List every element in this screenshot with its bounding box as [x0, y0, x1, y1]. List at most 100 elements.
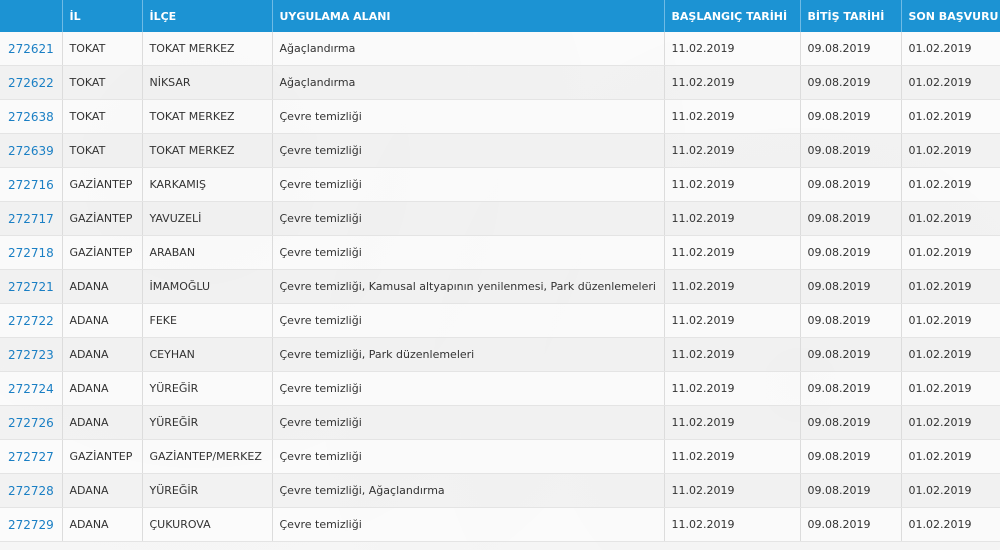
row-baslangic-tarihi: 11.02.2019	[664, 65, 801, 100]
row-baslangic-tarihi: 11.02.2019	[664, 133, 801, 168]
row-ilce: TOKAT MERKEZ	[142, 99, 273, 134]
row-il: TOKAT	[62, 65, 143, 100]
row-il: ADANA	[62, 337, 143, 372]
row-id-link[interactable]: 272638	[0, 99, 63, 134]
row-son-basvuru: 01.02.2019	[901, 133, 1000, 168]
row-uygulama-alani: Çevre temizliği	[272, 371, 665, 406]
row-bitis-tarihi: 09.08.2019	[800, 235, 902, 270]
row-son-basvuru: 01.02.2019	[901, 167, 1000, 202]
row-baslangic-tarihi: 11.02.2019	[664, 269, 801, 304]
row-ilce: ARABAN	[142, 235, 273, 270]
row-son-basvuru: 01.02.2019	[901, 337, 1000, 372]
table-header: İL İLÇE UYGULAMA ALANI BAŞLANGIÇ TARİHİ …	[0, 0, 1000, 32]
row-baslangic-tarihi: 11.02.2019	[664, 32, 801, 66]
row-id-link[interactable]: 272727	[0, 439, 63, 474]
row-id-link[interactable]: 272723	[0, 337, 63, 372]
row-baslangic-tarihi: 11.02.2019	[664, 235, 801, 270]
table-row: 272726 ADANA YÜREĞİR Çevre temizliği 11.…	[0, 405, 1000, 440]
row-il: ADANA	[62, 473, 143, 508]
row-uygulama-alani: Çevre temizliği, Ağaçlandırma	[272, 473, 665, 508]
row-bitis-tarihi: 09.08.2019	[800, 303, 902, 338]
row-baslangic-tarihi: 11.02.2019	[664, 473, 801, 508]
table-body: 272621 TOKAT TOKAT MERKEZ Ağaçlandırma 1…	[0, 32, 1000, 542]
header-id	[0, 0, 63, 32]
row-son-basvuru: 01.02.2019	[901, 65, 1000, 100]
row-uygulama-alani: Çevre temizliği	[272, 507, 665, 542]
table-row: 272728 ADANA YÜREĞİR Çevre temizliği, Ağ…	[0, 473, 1000, 508]
row-uygulama-alani: Çevre temizliği	[272, 201, 665, 236]
table-row: 272639 TOKAT TOKAT MERKEZ Çevre temizliğ…	[0, 133, 1000, 168]
row-id-link[interactable]: 272728	[0, 473, 63, 508]
row-id-link[interactable]: 272717	[0, 201, 63, 236]
table-row: 272727 GAZİANTEP GAZİANTEP/MERKEZ Çevre …	[0, 439, 1000, 474]
row-uygulama-alani: Çevre temizliği, Park düzenlemeleri	[272, 337, 665, 372]
row-bitis-tarihi: 09.08.2019	[800, 439, 902, 474]
row-ilce: FEKE	[142, 303, 273, 338]
row-id-link[interactable]: 272622	[0, 65, 63, 100]
row-uygulama-alani: Çevre temizliği, Kamusal altyapının yeni…	[272, 269, 665, 304]
row-bitis-tarihi: 09.08.2019	[800, 133, 902, 168]
table-row: 272723 ADANA CEYHAN Çevre temizliği, Par…	[0, 337, 1000, 372]
row-id-link[interactable]: 272639	[0, 133, 63, 168]
row-ilce: YÜREĞİR	[142, 405, 273, 440]
row-ilce: İMAMOĞLU	[142, 269, 273, 304]
table-row: 272721 ADANA İMAMOĞLU Çevre temizliği, K…	[0, 269, 1000, 304]
row-baslangic-tarihi: 11.02.2019	[664, 439, 801, 474]
row-ilce: NİKSAR	[142, 65, 273, 100]
row-baslangic-tarihi: 11.02.2019	[664, 303, 801, 338]
row-bitis-tarihi: 09.08.2019	[800, 99, 902, 134]
table-row: 272722 ADANA FEKE Çevre temizliği 11.02.…	[0, 303, 1000, 338]
row-bitis-tarihi: 09.08.2019	[800, 507, 902, 542]
row-baslangic-tarihi: 11.02.2019	[664, 167, 801, 202]
row-uygulama-alani: Çevre temizliği	[272, 167, 665, 202]
row-son-basvuru: 01.02.2019	[901, 439, 1000, 474]
row-id-link[interactable]: 272721	[0, 269, 63, 304]
row-id-link[interactable]: 272621	[0, 32, 63, 66]
row-bitis-tarihi: 09.08.2019	[800, 32, 902, 66]
row-id-link[interactable]: 272724	[0, 371, 63, 406]
row-id-link[interactable]: 272729	[0, 507, 63, 542]
row-uygulama-alani: Çevre temizliği	[272, 235, 665, 270]
row-bitis-tarihi: 09.08.2019	[800, 167, 902, 202]
row-son-basvuru: 01.02.2019	[901, 303, 1000, 338]
row-baslangic-tarihi: 11.02.2019	[664, 201, 801, 236]
row-ilce: TOKAT MERKEZ	[142, 32, 273, 66]
header-son-basvuru: SON BAŞVURU	[901, 0, 1000, 32]
row-il: TOKAT	[62, 133, 143, 168]
table-row: 272716 GAZİANTEP KARKAMIŞ Çevre temizliğ…	[0, 167, 1000, 202]
row-il: ADANA	[62, 507, 143, 542]
header-baslangic-tarihi: BAŞLANGIÇ TARİHİ	[664, 0, 801, 32]
row-il: GAZİANTEP	[62, 167, 143, 202]
row-ilce: YÜREĞİR	[142, 473, 273, 508]
row-id-link[interactable]: 272716	[0, 167, 63, 202]
header-il: İL	[62, 0, 143, 32]
row-son-basvuru: 01.02.2019	[901, 269, 1000, 304]
row-bitis-tarihi: 09.08.2019	[800, 371, 902, 406]
row-id-link[interactable]: 272726	[0, 405, 63, 440]
page: İL İLÇE UYGULAMA ALANI BAŞLANGIÇ TARİHİ …	[0, 0, 1000, 550]
header-row: İL İLÇE UYGULAMA ALANI BAŞLANGIÇ TARİHİ …	[0, 0, 1000, 32]
row-uygulama-alani: Ağaçlandırma	[272, 32, 665, 66]
row-uygulama-alani: Çevre temizliği	[272, 303, 665, 338]
row-il: ADANA	[62, 269, 143, 304]
row-il: ADANA	[62, 303, 143, 338]
row-id-link[interactable]: 272722	[0, 303, 63, 338]
row-ilce: YAVUZELİ	[142, 201, 273, 236]
table-row: 272621 TOKAT TOKAT MERKEZ Ağaçlandırma 1…	[0, 32, 1000, 66]
table-row: 272724 ADANA YÜREĞİR Çevre temizliği 11.…	[0, 371, 1000, 406]
row-id-link[interactable]: 272718	[0, 235, 63, 270]
row-il: GAZİANTEP	[62, 439, 143, 474]
row-uygulama-alani: Çevre temizliği	[272, 133, 665, 168]
row-baslangic-tarihi: 11.02.2019	[664, 507, 801, 542]
row-son-basvuru: 01.02.2019	[901, 99, 1000, 134]
table-row: 272717 GAZİANTEP YAVUZELİ Çevre temizliğ…	[0, 201, 1000, 236]
row-uygulama-alani: Çevre temizliği	[272, 439, 665, 474]
row-ilce: TOKAT MERKEZ	[142, 133, 273, 168]
row-uygulama-alani: Çevre temizliği	[272, 99, 665, 134]
header-ilce: İLÇE	[142, 0, 273, 32]
row-ilce: YÜREĞİR	[142, 371, 273, 406]
row-bitis-tarihi: 09.08.2019	[800, 201, 902, 236]
row-bitis-tarihi: 09.08.2019	[800, 269, 902, 304]
row-bitis-tarihi: 09.08.2019	[800, 65, 902, 100]
header-uygulama-alani: UYGULAMA ALANI	[272, 0, 665, 32]
